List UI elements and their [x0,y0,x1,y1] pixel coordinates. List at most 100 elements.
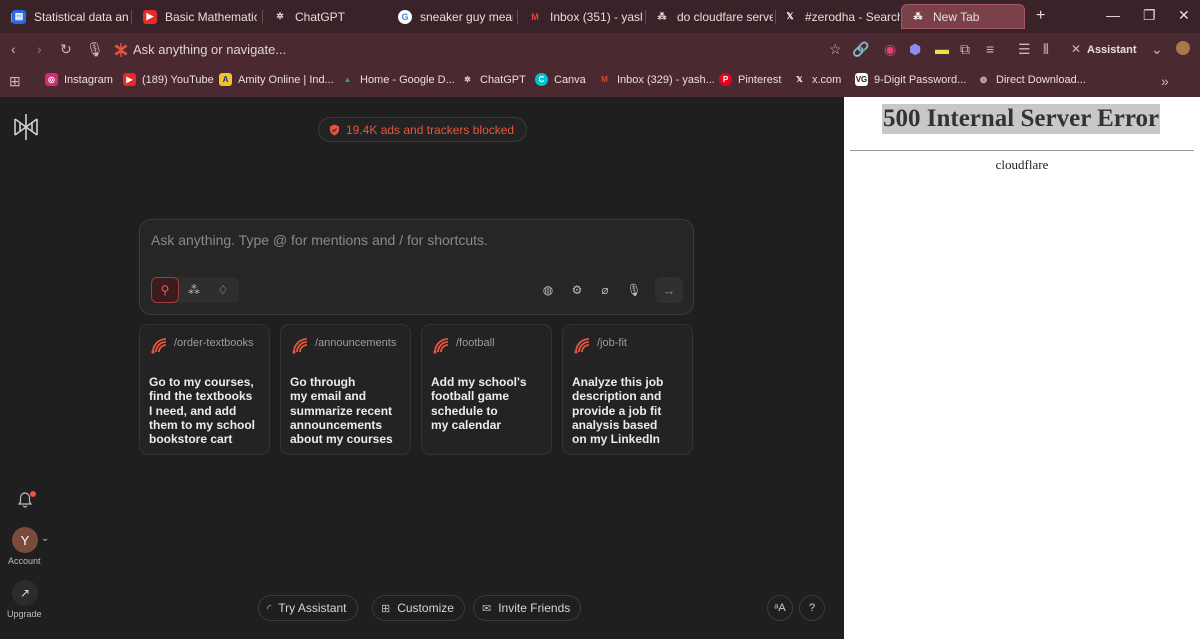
audio-wave-icon[interactable]: ⫴ [1043,41,1049,57]
account-avatar[interactable]: Y [12,527,38,553]
send-button[interactable]: → [655,277,683,303]
search-mode-button[interactable]: ⚲ [151,277,179,303]
bookmark-instagram[interactable]: ◎ Instagram [45,73,113,86]
minimize-button[interactable]: — [1106,7,1120,23]
perplexity-sidebar-logo-icon[interactable] [12,113,40,141]
chatgpt-icon: ✲ [276,11,284,21]
bookmark-inbox[interactable]: M Inbox (329) - yash... [598,73,715,86]
shortcut-card-announcements[interactable]: /announcements Go through my email and s… [280,324,411,455]
bookmark-google-drive[interactable]: ▲ Home - Google D... [341,73,455,86]
globe-icon: ◍ [980,75,987,84]
lightbulb-icon: ♢ [217,283,229,297]
chevron-down-icon[interactable]: ⌄ [1151,41,1163,57]
reload-icon[interactable]: ↻ [60,41,72,57]
document-icon: ▤ [12,9,26,24]
assistant-signal-icon: ◜ [267,602,272,615]
prompt-input[interactable] [151,230,671,250]
bookmark-amity[interactable]: A Amity Online | Ind... [219,73,334,86]
extensions-puzzle-icon[interactable]: ⧉ [960,41,970,57]
notification-dot [30,491,36,497]
card-command: /job-fit [597,337,627,349]
canva-icon: C [535,73,548,86]
pinterest-icon: P [719,73,732,86]
globe-icon[interactable]: ◍ [540,282,556,298]
bookmark-chatgpt[interactable]: ✲ ChatGPT [461,73,526,86]
arrow-right-icon: → [662,282,676,298]
tab-new-tab[interactable]: ⁂ New Tab [901,4,1025,29]
research-mode-button[interactable]: ⁂ [180,277,208,303]
customize-button[interactable]: ⊞ Customize [372,595,465,621]
invite-friends-button[interactable]: ✉ Invite Friends [473,595,582,621]
translate-button[interactable]: ᵃA [767,595,793,621]
tab-sneaker[interactable]: G sneaker guy meaning [388,4,513,29]
close-window-button[interactable]: ✕ [1178,7,1190,24]
restore-button[interactable]: ❐ [1143,7,1156,24]
tab-strip: ⊞ ▤ Statistical data analysi ▶ Basic Mat… [0,0,1200,33]
account-chevron-icon[interactable]: ⌄ [41,533,49,544]
help-button[interactable]: ? [799,595,825,621]
extension-g-icon[interactable]: ⬢ [909,41,921,57]
profile-avatar-icon[interactable] [1176,41,1190,55]
assistant-signal-icon [574,338,590,354]
shortcut-card-job-fit[interactable]: /job-fit Analyze this job description an… [562,324,693,455]
error-server-label: cloudflare [995,157,1049,172]
tab-cloudfare[interactable]: ⁂ do cloudfare server g [645,4,774,29]
bookmark-star-icon[interactable]: ☆ [829,41,842,57]
tab-zerodha[interactable]: 𝕏 #zerodha - Search / X [773,4,900,29]
error-page-panel [844,97,1200,639]
link-icon[interactable]: 🔗 [852,41,869,57]
media-extension-icon[interactable]: ◉ [884,41,896,57]
model-chip-icon[interactable]: ⚙ [569,282,585,298]
bookmark-direct-download[interactable]: ◍ Direct Download... [977,73,1086,86]
translate-icon: ᵃA [774,602,786,614]
bookmarks-bar: ⊞ ◎ Instagram ▶ (189) YouTube A Amity On… [0,66,1200,97]
close-assistant-icon[interactable]: ✕ [1071,41,1081,57]
tab-inbox[interactable]: M Inbox (351) - yashatw [518,4,642,29]
extension-yellow-icon[interactable]: ▬ [935,41,949,57]
address-bar[interactable]: Ask anything or navigate... [133,42,286,57]
reading-list-icon[interactable]: ≡ [986,41,994,57]
new-tab-button[interactable]: + [1036,7,1045,25]
shield-icon [329,124,340,135]
upgrade-button[interactable]: ↗ [12,580,38,606]
card-description: Go to my courses, find the textbooks I n… [149,375,256,447]
x-icon: 𝕏 [796,75,803,84]
research-icon: ⁂ [188,283,200,297]
instagram-icon: ◎ [45,73,58,86]
gmail-icon: M [601,75,608,84]
forward-icon[interactable]: › [37,41,42,57]
tab-chatgpt[interactable]: ✲ ChatGPT [263,4,387,29]
microphone-icon[interactable]: 🎙 [626,282,642,298]
bookmark-pinterest[interactable]: P Pinterest [719,73,781,86]
x-icon: 𝕏 [786,11,794,21]
blocked-trackers-badge[interactable]: 19.4K ads and trackers blocked [318,117,528,142]
bookmark-password[interactable]: VG 9-Digit Password... [855,73,966,86]
perplexity-icon: ⁂ [657,11,667,21]
assistant-signal-icon [433,338,449,354]
bookmark-youtube[interactable]: ▶ (189) YouTube [123,73,214,86]
menu-lines-icon[interactable]: ☰ [1018,41,1031,57]
shortcut-card-order-textbooks[interactable]: /order-textbooks Go to my courses, find … [139,324,270,455]
google-icon: G [398,9,412,24]
tab-divider [131,10,132,24]
tab-statistical[interactable]: ▤ Statistical data analysi [2,4,128,29]
back-icon[interactable]: ‹ [11,41,16,57]
google-drive-icon: ▲ [343,75,352,84]
try-assistant-button[interactable]: ◜ Try Assistant [258,595,358,621]
card-command: /announcements [315,337,397,349]
assistant-signal-icon [292,338,308,354]
navigation-toolbar: ‹ › ↻ 🎙 Ask anything or navigate... ☆ 🔗 … [0,33,1200,66]
perplexity-logo-icon [114,43,128,57]
microphone-icon[interactable]: 🎙 [86,41,104,57]
mode-selector: ⚲ ⁂ ♢ [151,277,239,303]
shortcut-card-football[interactable]: /football Add my school's football game … [421,324,552,455]
attach-icon[interactable]: ⌀ [597,282,613,298]
apps-grid-icon[interactable]: ⊞ [9,73,21,89]
labs-mode-button[interactable]: ♢ [209,277,237,303]
card-description: Go through my email and summarize recent… [290,375,393,447]
bookmark-canva[interactable]: C Canva [535,73,586,86]
assistant-button[interactable]: Assistant [1087,42,1137,58]
bookmarks-overflow-button[interactable]: » [1161,73,1169,89]
bookmark-x[interactable]: 𝕏 x.com [793,73,841,86]
tab-basic-math[interactable]: ▶ Basic Mathematics I | [133,4,257,29]
